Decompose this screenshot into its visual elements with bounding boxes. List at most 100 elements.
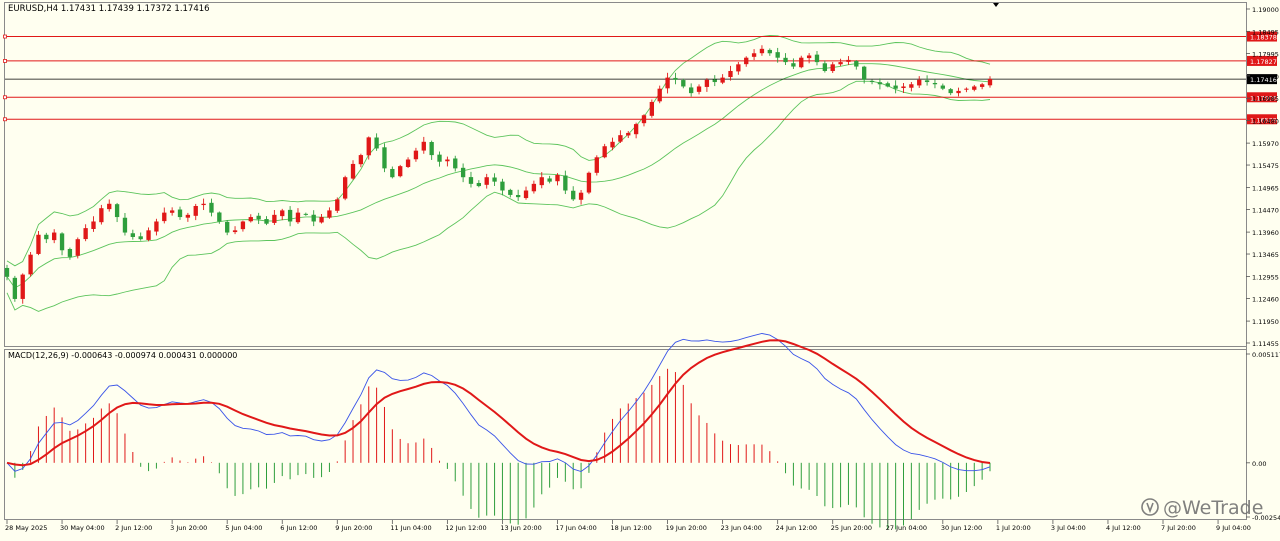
candle-body [421, 141, 426, 151]
candle-body [295, 212, 301, 223]
candle-body [964, 88, 969, 90]
candle [382, 143, 387, 173]
candle-body [932, 82, 938, 85]
candle-body [468, 177, 474, 184]
time-axis-label: 28 May 2025 [5, 524, 47, 532]
candle-body [138, 236, 143, 240]
price-axis-label: 1.12460 [1252, 296, 1279, 304]
candle-body [751, 53, 757, 57]
candle-body [272, 214, 277, 223]
time-axis-label: 30 Jun 12:00 [941, 524, 982, 532]
time-axis-label: 11 Jun 04:00 [390, 524, 431, 532]
time-axis-label: 3 Jul 04:00 [1051, 524, 1086, 532]
time-axis-label: 2 Jun 12:00 [115, 524, 152, 532]
candle-body [280, 210, 285, 217]
candle-body [885, 83, 890, 87]
candle-body [767, 49, 772, 54]
candle-body [405, 159, 411, 167]
candle-body [830, 64, 835, 72]
price-axis-label: 1.12955 [1252, 274, 1279, 282]
candle-body [390, 168, 395, 178]
candle-body [806, 55, 812, 59]
trading-chart: 1.183781.178271.170061.165091.174161.190… [0, 0, 1280, 537]
level-anchor [3, 59, 7, 63]
candle-body [382, 147, 387, 169]
candle [335, 197, 340, 213]
candle-body [571, 190, 576, 200]
candle-body [67, 249, 73, 257]
candle [28, 251, 33, 277]
price-axis-label: 1.13960 [1252, 229, 1279, 237]
candle-body [374, 137, 379, 149]
candle-body [130, 233, 135, 237]
candle-body [956, 90, 961, 94]
candle-body [44, 234, 49, 240]
candle-body [500, 181, 505, 191]
candle-body [437, 154, 442, 162]
time-axis-label: 4 Jul 12:00 [1106, 524, 1141, 532]
candle-body [209, 202, 214, 213]
candle-body [783, 57, 788, 63]
candle-body [413, 150, 419, 160]
candle-body [327, 210, 332, 218]
candle [75, 237, 80, 259]
time-axis-label: 3 Jun 20:00 [170, 524, 207, 532]
level-anchor [3, 34, 7, 39]
candle-body [36, 234, 41, 254]
candle-body [476, 182, 482, 187]
level-price-label: 1.17827 [1250, 58, 1277, 66]
time-axis-label: 30 May 04:00 [60, 524, 105, 532]
candle-body [59, 233, 65, 251]
candle-body [264, 219, 269, 224]
candle-body [901, 86, 906, 89]
candle-body [335, 199, 340, 211]
price-axis-label: 1.18495 [1252, 28, 1279, 36]
candle-body [846, 59, 851, 62]
candle-body [791, 63, 796, 67]
time-axis-label: 5 Jun 04:00 [225, 524, 262, 532]
candle-body [712, 79, 717, 83]
price-axis-label: 1.14470 [1252, 207, 1279, 215]
candle-body [869, 80, 875, 83]
price-axis-label: 1.11950 [1252, 318, 1279, 326]
price-axis-label: 1.14965 [1252, 185, 1279, 193]
candle-body [775, 52, 780, 58]
candle-body [681, 80, 686, 87]
candle-body [453, 158, 458, 169]
candle [342, 175, 348, 201]
candle-body [20, 274, 25, 299]
price-axis-label: 1.15970 [1252, 140, 1279, 148]
watermark-text: @WeTrade [1163, 497, 1263, 519]
candle-body [657, 88, 662, 102]
time-axis-label: 25 Jun 20:00 [831, 524, 872, 532]
candle-body [893, 85, 898, 89]
candle-body [256, 215, 261, 220]
candle-body [814, 54, 820, 63]
candle [594, 155, 599, 176]
price-axis-label: 1.16480 [1252, 118, 1279, 126]
candle-body [618, 135, 623, 142]
time-axis-label: 9 Jun 20:00 [335, 524, 372, 532]
chart-window: 1.18378 1.17827 1.17006 1.16509 1.17416 1.190… [0, 0, 1280, 537]
candle-body [342, 177, 348, 199]
candle-body [287, 209, 293, 222]
candle-body [28, 254, 33, 275]
level-anchor [3, 95, 7, 100]
time-axis-label: 6 Jun 12:00 [280, 524, 317, 532]
candle-body [924, 80, 930, 83]
time-axis-label: 12 Jun 12:00 [445, 524, 486, 532]
time-axis-label: 7 Jul 20:00 [1161, 524, 1196, 532]
candle-body [539, 177, 544, 186]
candle-body [311, 214, 316, 222]
candle-body [987, 78, 993, 86]
candle-body [940, 85, 945, 89]
candle-body [602, 146, 607, 158]
candle-body [649, 101, 655, 116]
candle-body [972, 86, 977, 90]
candle-body [169, 210, 175, 213]
candle [649, 99, 655, 118]
candle-body [877, 82, 883, 85]
time-axis-label: 19 Jun 20:00 [666, 524, 707, 532]
candle-body [948, 89, 953, 94]
candle [12, 275, 18, 302]
